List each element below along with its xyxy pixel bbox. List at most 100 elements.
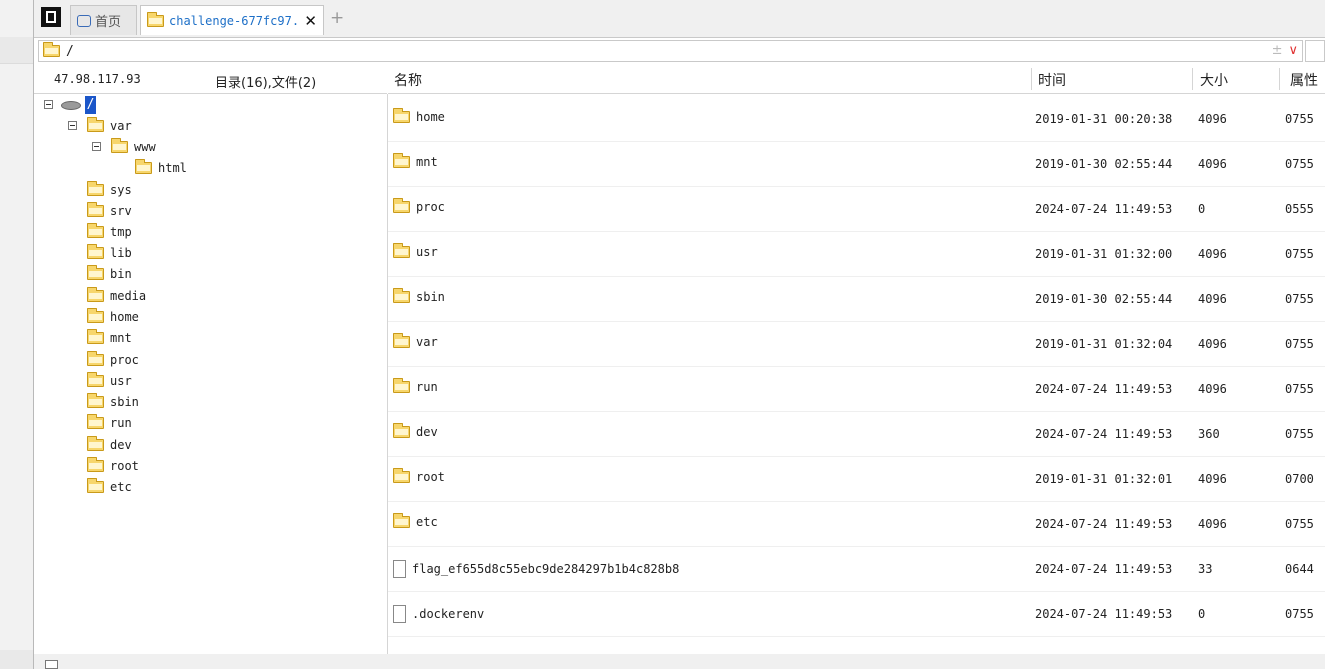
collapse-icon[interactable] — [92, 142, 101, 151]
add-tab-button[interactable]: + — [330, 8, 344, 28]
collapse-icon[interactable] — [44, 100, 53, 109]
tree-node-usr[interactable]: usr — [87, 371, 132, 391]
tree-node-bin[interactable]: bin — [87, 264, 132, 284]
tree-node-srv[interactable]: srv — [87, 201, 132, 221]
column-perm[interactable]: 属性 — [1290, 70, 1318, 90]
tree-node-root[interactable]: / — [44, 95, 96, 115]
table-row[interactable]: mnt 2019-01-30 02:55:44 4096 0755 — [388, 142, 1325, 187]
folder-icon — [393, 288, 410, 303]
left-strip-highlight — [0, 37, 33, 64]
row-size: 4096 — [1198, 472, 1227, 486]
address-side-box — [1305, 40, 1325, 62]
table-row[interactable]: root 2019-01-31 01:32:01 4096 0700 — [388, 457, 1325, 502]
row-perm: 0755 — [1285, 427, 1314, 441]
column-divider[interactable] — [1031, 68, 1032, 90]
tab-challenge-label: challenge-677fc97. — [169, 13, 300, 28]
row-name: var — [416, 335, 438, 349]
tree-node-label: www — [134, 140, 156, 154]
tree-node-html[interactable]: html — [135, 158, 187, 178]
folder-icon — [87, 244, 104, 259]
tree-node-sys[interactable]: sys — [87, 180, 132, 200]
folder-icon — [393, 108, 410, 123]
tree-node-home[interactable]: home — [87, 307, 139, 327]
tree-node-proc[interactable]: proc — [87, 350, 139, 370]
directory-tree: / var www html sys srv tmp lib bin media… — [34, 94, 388, 654]
tree-node-label: tmp — [110, 225, 132, 239]
table-row[interactable]: var 2019-01-31 01:32:04 4096 0755 — [388, 322, 1325, 367]
tree-node-www[interactable]: www — [92, 137, 156, 157]
table-row[interactable]: run 2024-07-24 11:49:53 4096 0755 — [388, 367, 1325, 412]
row-time: 2024-07-24 11:49:53 — [1035, 382, 1173, 396]
row-perm: 0700 — [1285, 472, 1314, 486]
tree-node-lib[interactable]: lib — [87, 243, 132, 263]
tab-home[interactable]: 首页 — [70, 5, 137, 35]
tree-node-sbin[interactable]: sbin — [87, 392, 139, 412]
table-row[interactable]: .dockerenv 2024-07-24 11:49:53 0 0755 — [388, 592, 1325, 637]
folder-icon — [87, 351, 104, 366]
table-row[interactable]: usr 2019-01-31 01:32:00 4096 0755 — [388, 232, 1325, 277]
tree-node-label: bin — [110, 267, 132, 281]
tree-node-root-dir[interactable]: root — [87, 456, 139, 476]
table-row[interactable]: proc 2024-07-24 11:49:53 0 0555 — [388, 187, 1325, 232]
folder-icon — [87, 265, 104, 280]
folder-icon — [393, 153, 410, 168]
row-size: 4096 — [1198, 112, 1227, 126]
collapse-icon[interactable] — [68, 121, 77, 130]
row-size: 4096 — [1198, 382, 1227, 396]
tree-node-run[interactable]: run — [87, 413, 132, 433]
file-list: home 2019-01-31 00:20:38 4096 0755 mnt 2… — [388, 97, 1325, 647]
tree-node-label: root — [110, 459, 139, 473]
folder-icon — [393, 243, 410, 258]
status-icon — [45, 660, 58, 669]
app-logo-icon[interactable] — [41, 7, 61, 27]
folder-icon — [87, 414, 104, 429]
tree-summary: 目录(16),文件(2) — [215, 76, 317, 91]
table-row[interactable]: sbin 2019-01-30 02:55:44 4096 0755 — [388, 277, 1325, 322]
row-size: 360 — [1198, 427, 1220, 441]
tree-header: 47.98.117.93 目录(16),文件(2) — [34, 64, 387, 94]
address-controls: ± ∨ — [1272, 43, 1298, 58]
host-address: 47.98.117.93 — [54, 72, 141, 86]
drive-icon — [61, 100, 81, 110]
row-size: 4096 — [1198, 517, 1227, 531]
file-list-header: 名称 时间 大小 属性 — [388, 64, 1325, 94]
address-bar[interactable]: / ± ∨ — [38, 40, 1303, 62]
folder-icon — [135, 159, 152, 174]
column-size[interactable]: 大小 — [1200, 70, 1228, 90]
tree-node-label: etc — [110, 480, 132, 494]
tree-node-mnt[interactable]: mnt — [87, 328, 132, 348]
column-divider[interactable] — [1192, 68, 1193, 90]
row-name: run — [416, 380, 438, 394]
folder-icon — [87, 117, 104, 132]
row-perm: 0755 — [1285, 292, 1314, 306]
folder-icon — [393, 513, 410, 528]
tree-node-tmp[interactable]: tmp — [87, 222, 132, 242]
plus-minus-icon[interactable]: ± — [1272, 43, 1283, 58]
folder-icon — [87, 457, 104, 472]
folder-icon — [111, 138, 128, 153]
row-time: 2019-01-30 02:55:44 — [1035, 157, 1173, 171]
tree-node-label: sbin — [110, 395, 139, 409]
table-row[interactable]: dev 2024-07-24 11:49:53 360 0755 — [388, 412, 1325, 457]
tree-node-label: proc — [110, 353, 139, 367]
column-time[interactable]: 时间 — [1038, 70, 1066, 90]
column-name[interactable]: 名称 — [394, 70, 422, 90]
tree-node-label: sys — [110, 183, 132, 197]
tab-challenge[interactable]: challenge-677fc97. ✕ — [140, 5, 324, 35]
row-name: sbin — [416, 290, 445, 304]
table-row[interactable]: home 2019-01-31 00:20:38 4096 0755 — [388, 97, 1325, 142]
close-icon[interactable]: ✕ — [304, 12, 317, 30]
tree-node-etc[interactable]: etc — [87, 477, 132, 497]
tree-node-var[interactable]: var — [68, 116, 132, 136]
column-divider[interactable] — [1279, 68, 1280, 90]
chevron-down-icon[interactable]: ∨ — [1288, 43, 1298, 58]
row-name: .dockerenv — [412, 607, 485, 621]
tree-node-label: html — [158, 161, 187, 175]
table-row[interactable]: etc 2024-07-24 11:49:53 4096 0755 — [388, 502, 1325, 547]
tree-node-label: usr — [110, 374, 132, 388]
row-time: 2019-01-31 00:20:38 — [1035, 112, 1173, 126]
tree-node-media[interactable]: media — [87, 286, 146, 306]
table-row[interactable]: flag_ef655d8c55ebc9de284297b1b4c828b8 20… — [388, 547, 1325, 592]
tree-node-dev[interactable]: dev — [87, 435, 132, 455]
row-perm: 0755 — [1285, 247, 1314, 261]
